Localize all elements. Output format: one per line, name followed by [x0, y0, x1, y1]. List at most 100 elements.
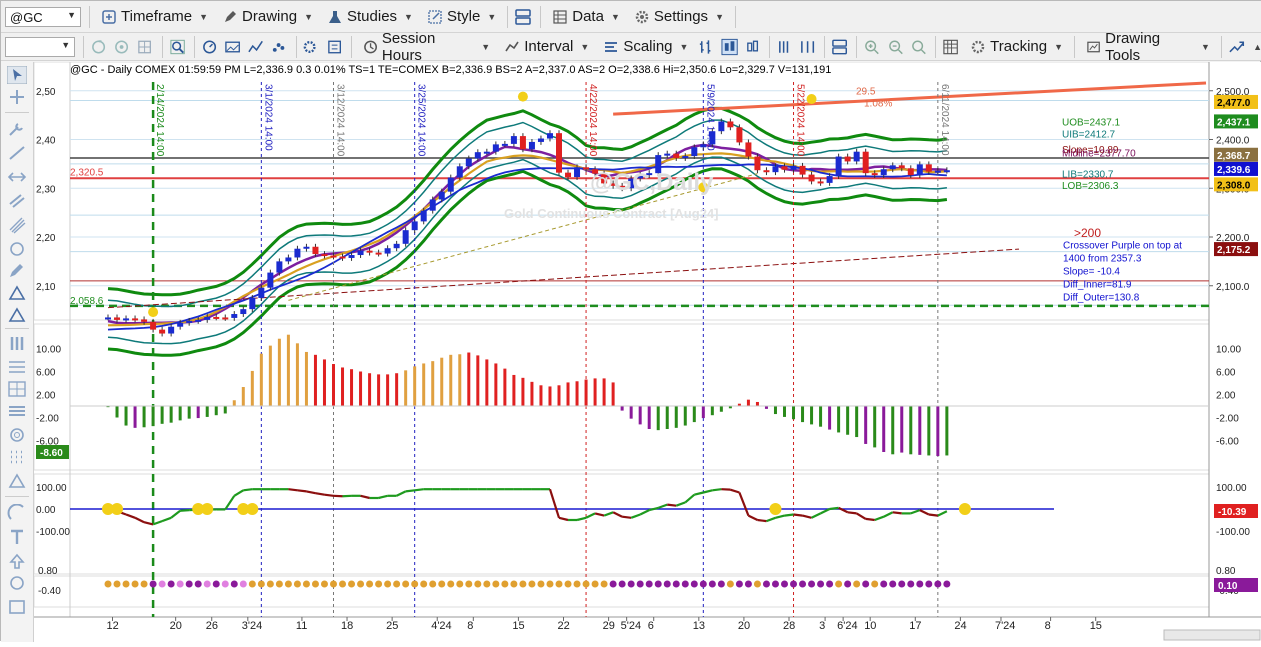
zoom-reset-icon[interactable] [910, 38, 927, 56]
session-hours-menu[interactable]: Session Hours ▼ [360, 34, 493, 60]
find-icon[interactable] [169, 38, 186, 56]
pointer-icon[interactable] [7, 66, 27, 84]
speedometer-icon[interactable] [201, 38, 218, 56]
triangle-drawing-icon[interactable] [7, 472, 27, 490]
chart-area[interactable]: 2/14/2024 14:003/1/2024 14:003/12/2024 1… [34, 62, 1261, 642]
fibonacci-icon[interactable] [7, 358, 27, 376]
parallel-lines-icon[interactable] [7, 216, 27, 234]
chevron-down-icon: ▼ [1201, 42, 1210, 52]
candle-body [727, 121, 733, 127]
data-window-icon[interactable] [942, 38, 959, 56]
candle-body [736, 127, 742, 142]
candle-body [114, 317, 120, 319]
arc-icon[interactable] [7, 504, 27, 522]
histogram-bar [260, 354, 263, 406]
gear-icon[interactable] [302, 38, 319, 56]
ellipse-icon[interactable] [7, 574, 27, 592]
momentum-segment [667, 505, 676, 506]
refresh-icon[interactable] [90, 38, 107, 56]
symbol-combobox[interactable]: @GC ▼ [5, 7, 81, 27]
histogram-bar [215, 406, 218, 415]
toolbar-divider [856, 36, 857, 58]
scaling-menu[interactable]: Scaling ▼ [600, 34, 691, 60]
histogram-bar [125, 406, 128, 426]
style-menu[interactable]: Style ▼ [424, 4, 499, 30]
date-axis-label: 28 [783, 620, 795, 632]
candle-body [791, 166, 797, 170]
fib-circle-icon[interactable] [7, 426, 27, 444]
candle-body [682, 156, 688, 158]
dotted-grid-icon[interactable] [7, 448, 27, 466]
grid-icon[interactable] [136, 38, 153, 56]
signal-row-dot [637, 581, 644, 588]
crosshair-icon[interactable] [7, 88, 27, 106]
dots-left-axis-label: 0.80 [38, 566, 58, 577]
candlestick-icon[interactable] [721, 38, 738, 56]
arrow-up-icon[interactable] [7, 552, 27, 570]
candle-body [493, 144, 499, 151]
histogram-bar [224, 406, 227, 413]
candle-body [403, 230, 409, 244]
properties-icon[interactable] [326, 38, 343, 56]
date-axis-label: 29 [603, 620, 615, 632]
zoom-in-icon[interactable] [863, 38, 880, 56]
candle-body [484, 152, 490, 154]
histogram-bar [684, 406, 687, 426]
wrench-icon[interactable] [7, 120, 27, 138]
channel-icon[interactable] [7, 192, 27, 210]
line-chart-icon[interactable] [247, 38, 264, 56]
drawing-menu[interactable]: Drawing ▼ [219, 4, 316, 30]
horizontal-line-icon[interactable] [7, 168, 27, 186]
toolbar-overflow-icon[interactable]: ▲ [1253, 42, 1261, 52]
chevron-down-icon[interactable]: ▼ [61, 40, 70, 50]
expand-bars-icon[interactable] [799, 38, 816, 56]
chevron-down-icon[interactable]: ▼ [67, 10, 76, 20]
bars-icon[interactable] [7, 334, 27, 352]
hollow-candle-icon[interactable] [744, 38, 761, 56]
symbol-value: @GC [10, 10, 43, 25]
studies-menu[interactable]: Studies ▼ [324, 4, 416, 30]
triangle-outline-icon[interactable] [7, 306, 27, 324]
rectangle-icon[interactable] [7, 598, 27, 616]
triangle-icon[interactable] [7, 284, 27, 302]
signal-row-dot [583, 581, 590, 588]
histogram-bar [891, 406, 894, 454]
scatter-icon[interactable] [270, 38, 287, 56]
price-chart[interactable]: 2/14/2024 14:003/1/2024 14:003/12/2024 1… [34, 62, 1261, 642]
compress-bars-icon[interactable] [776, 38, 793, 56]
text-icon[interactable] [7, 528, 27, 546]
histogram-bar [395, 373, 398, 406]
interval-menu[interactable]: Interval ▼ [501, 34, 592, 60]
signal-row-dot [772, 581, 779, 588]
candle-body [556, 133, 562, 172]
signal-row-dot [339, 581, 346, 588]
image-icon[interactable] [224, 38, 241, 56]
histogram-left-axis-label: 10.00 [36, 345, 61, 356]
momentum-segment [757, 520, 766, 521]
fib-lines-icon[interactable] [7, 402, 27, 420]
workspace-combobox[interactable]: ▼ [5, 37, 75, 57]
momentum-axis-label: -100.00 [1216, 527, 1250, 538]
timeframe-menu[interactable]: Timeframe ▼ [98, 4, 211, 30]
toolbar-divider [824, 36, 825, 58]
trendline-icon[interactable] [7, 144, 27, 162]
settings-menu[interactable]: Settings ▼ [631, 4, 727, 30]
signal-row-dot [393, 581, 400, 588]
signal-row-dot [628, 581, 635, 588]
data-menu[interactable]: Data ▼ [549, 4, 623, 30]
pencil-icon[interactable] [7, 262, 27, 280]
trend-up-icon[interactable] [1228, 38, 1245, 56]
candle-body [574, 167, 580, 177]
histogram-bar [855, 406, 858, 437]
panels-icon[interactable] [831, 38, 848, 56]
reload-icon[interactable] [113, 38, 130, 56]
zoom-out-icon[interactable] [887, 38, 904, 56]
tracking-menu[interactable]: Tracking ▼ [967, 34, 1066, 60]
pane-badge-label: 0.10 [1218, 581, 1238, 592]
date-axis-label: 20 [738, 620, 750, 632]
drawing-tools-menu[interactable]: Drawing Tools ▼ [1083, 34, 1213, 60]
window-layout-icon[interactable] [514, 8, 532, 26]
bar-chart-icon[interactable] [697, 38, 714, 56]
gann-icon[interactable] [7, 240, 27, 258]
fib-grid-icon[interactable] [7, 380, 27, 398]
